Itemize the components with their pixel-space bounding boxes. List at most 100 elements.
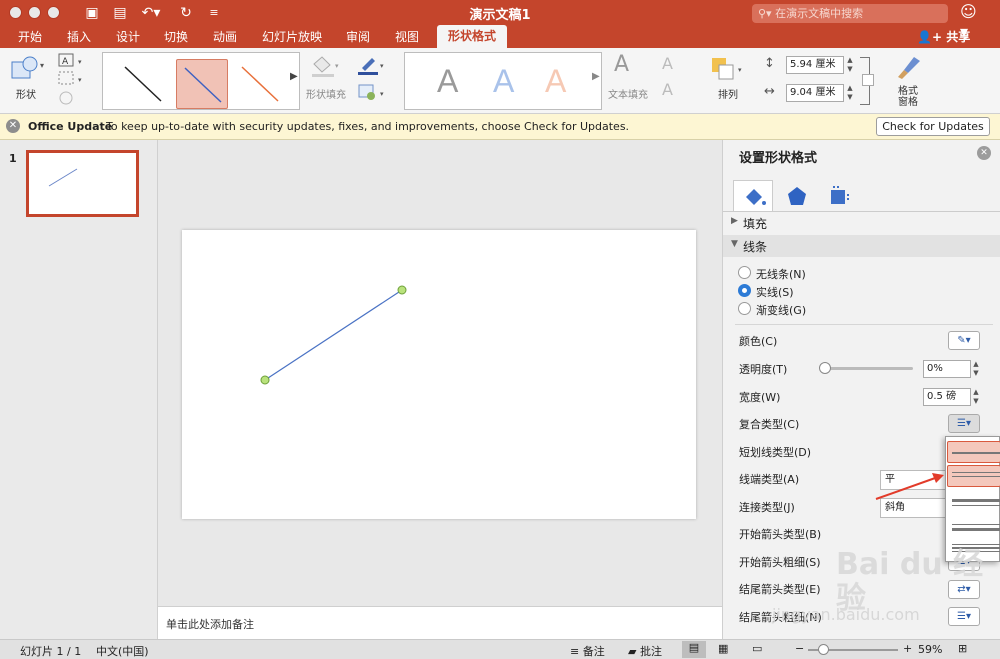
search-input[interactable]: ⚲▾ 在演示文稿中搜索 — [752, 4, 948, 23]
transparency-slider-thumb[interactable] — [819, 362, 831, 374]
arrange-button[interactable]: ▾ — [708, 54, 746, 82]
radio-solid-line[interactable] — [738, 284, 751, 297]
comments-toggle-button[interactable]: ▰ 批注 — [628, 643, 662, 659]
lock-aspect-checkbox[interactable] — [862, 74, 874, 86]
wordart-orange[interactable]: A — [545, 61, 566, 101]
wordart-expand-icon[interactable]: ▶ — [592, 71, 600, 82]
tab-insert[interactable]: 插入 — [67, 27, 91, 47]
transparency-slider[interactable] — [823, 367, 913, 370]
comment-icon: ▰ — [628, 645, 640, 658]
svg-text:A: A — [62, 57, 69, 67]
presenter-icon: ▭ — [752, 642, 763, 655]
close-window-icon[interactable] — [9, 6, 22, 19]
line-section-header[interactable]: ▼ 线条 — [723, 235, 1000, 257]
shape-outline-button[interactable]: ▾ — [354, 54, 386, 76]
save-icon[interactable]: ▤ — [110, 3, 130, 23]
zoom-out-button[interactable]: − — [795, 642, 804, 655]
notes-placeholder: 单击此处添加备注 — [166, 618, 254, 631]
compound-option-thick-thin[interactable] — [947, 493, 1000, 515]
tab-home[interactable]: 开始 — [18, 27, 42, 47]
compound-type-label: 复合类型(C) — [739, 418, 800, 431]
shape-style-gallery: ▶ — [102, 52, 300, 110]
width-stepper[interactable]: ▲ ▼ — [845, 84, 855, 102]
language-status[interactable]: 中文(中国) — [96, 643, 149, 659]
fit-window-icon: ⊞ — [958, 642, 968, 655]
slide-count: 幻灯片 1 / 1 — [20, 645, 82, 658]
transparency-input[interactable]: 0% — [923, 360, 971, 378]
line-style-blue-selected[interactable] — [176, 59, 228, 109]
line-color-button[interactable]: ✎▾ — [948, 331, 980, 350]
compound-triple-line-a — [952, 544, 1000, 545]
transparency-label: 透明度(T) — [739, 363, 788, 376]
notes-area[interactable]: 单击此处添加备注 — [158, 606, 722, 639]
fit-to-window-button[interactable]: ⊞ — [958, 642, 967, 655]
pentagon-icon — [788, 187, 806, 205]
radio-no-line[interactable] — [738, 266, 751, 279]
check-for-updates-button[interactable]: Check for Updates — [876, 117, 990, 136]
height-stepper[interactable]: ▲ ▼ — [845, 56, 855, 74]
presenter-view-button[interactable]: ▭ — [752, 642, 762, 655]
compound-double-line-b — [952, 476, 1000, 477]
zoom-level: 59% — [918, 643, 943, 656]
minimize-window-icon[interactable] — [28, 6, 41, 19]
tab-design[interactable]: 设计 — [116, 27, 140, 47]
title-bar: ▣ ▤ ↶▾ ↻ ≡ 演示文稿1 ⚲▾ 在演示文稿中搜索 ☺▾ 开始 插入 设计… — [0, 0, 1000, 48]
line-style-orange[interactable] — [234, 59, 286, 109]
pen-color-icon: ✎▾ — [957, 335, 971, 346]
shape-fill-button[interactable]: ▾ — [308, 54, 340, 78]
share-button[interactable]: 👤+ 共享 — [917, 27, 970, 47]
dismiss-icon[interactable]: ✕ — [6, 119, 20, 133]
tab-view[interactable]: 视图 — [395, 27, 419, 47]
compound-thin-line-2 — [952, 524, 1000, 525]
slide[interactable] — [182, 230, 696, 519]
zoom-in-button[interactable]: + — [903, 642, 912, 655]
svg-text:▾: ▾ — [380, 62, 384, 70]
text-effects-icon[interactable]: A — [662, 80, 673, 99]
tab-review[interactable]: 审阅 — [346, 27, 370, 47]
text-box-tools[interactable]: A ▾ ▾ — [54, 52, 86, 110]
normal-view-button[interactable]: ▤ — [682, 641, 706, 658]
shape-width-input[interactable]: 9.04 厘米 — [786, 84, 844, 102]
shape-height-input[interactable]: 5.94 厘米 — [786, 56, 844, 74]
gallery-expand-icon[interactable]: ▶ — [290, 71, 298, 82]
shapes-button[interactable]: ▾ — [8, 54, 48, 82]
text-outline-icon[interactable]: A — [662, 54, 673, 73]
zoom-slider-thumb[interactable] — [818, 644, 829, 655]
radio-gradient-line[interactable] — [738, 302, 751, 315]
transparency-stepper[interactable]: ▲ ▼ — [971, 360, 981, 378]
undo-icon[interactable]: ↶▾ — [138, 3, 164, 23]
infobar-title: Office Update — [28, 120, 113, 133]
effects-icon: ▾ — [358, 84, 384, 100]
wordart-gray[interactable]: A — [437, 61, 458, 101]
slide-thumbnail[interactable] — [26, 150, 139, 217]
feedback-smiley-icon[interactable]: ☺▾ — [960, 2, 980, 41]
format-pane-button[interactable] — [894, 54, 924, 82]
wordart-blue[interactable]: A — [493, 61, 514, 101]
compound-double-line-a — [952, 472, 1000, 473]
customize-toolbar-icon[interactable]: ≡ — [204, 3, 224, 23]
fill-section-header[interactable]: ▶ 填充 — [723, 213, 1000, 233]
text-fill-button[interactable]: A — [614, 52, 629, 77]
line-width-input[interactable]: 0.5 磅 — [923, 388, 971, 406]
tab-transitions[interactable]: 切换 — [164, 27, 188, 47]
annotation-arrow — [875, 473, 944, 500]
effects-tab[interactable] — [785, 184, 809, 208]
zoom-window-icon[interactable] — [47, 6, 60, 19]
paint-bucket-icon — [746, 189, 766, 205]
shapes-icon: ▾ — [11, 56, 44, 79]
line-width-stepper[interactable]: ▲ ▼ — [971, 388, 981, 406]
tab-shape-format[interactable]: 形状格式 — [437, 25, 507, 48]
sidebar-toggle-icon[interactable]: ▣ — [82, 3, 102, 23]
tab-slideshow[interactable]: 幻灯片放映 — [262, 27, 322, 47]
notes-toggle-button[interactable]: ≡ 备注 — [570, 643, 605, 659]
compound-type-button[interactable]: ☰▾ — [948, 414, 980, 433]
line-style-black[interactable] — [117, 59, 169, 109]
size-properties-tab[interactable] — [827, 184, 851, 208]
radio-gradient-line-label: 渐变线(G) — [756, 304, 807, 317]
fill-line-tab[interactable] — [733, 180, 773, 211]
shape-effects-button[interactable]: ▾ — [354, 82, 386, 104]
redo-icon[interactable]: ↻ — [176, 3, 196, 23]
slide-sorter-button[interactable]: ▦ — [718, 642, 728, 655]
pane-close-icon[interactable]: ✕ — [977, 146, 991, 160]
tab-animations[interactable]: 动画 — [213, 27, 237, 47]
